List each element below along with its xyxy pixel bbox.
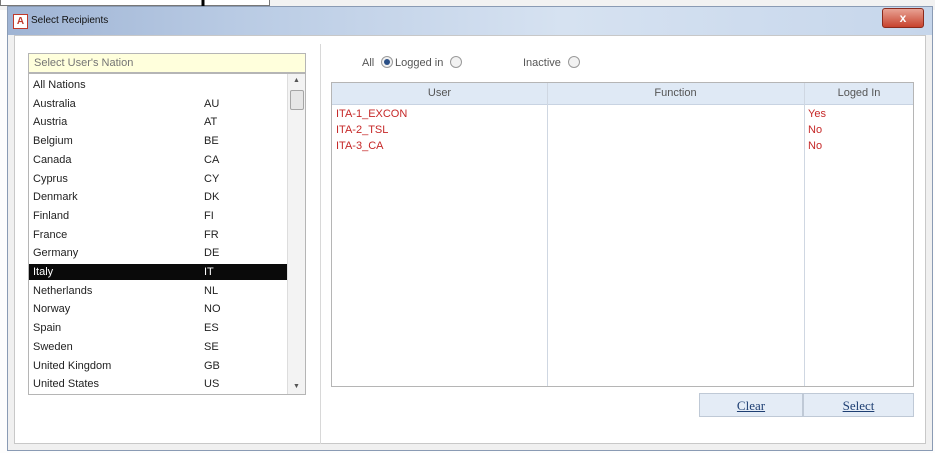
nation-code: IT (204, 266, 214, 278)
column-header-user[interactable]: User (332, 83, 547, 104)
nation-name: Canada (33, 153, 72, 166)
select-recipients-dialog: A Select Recipients x All Nations Austral… (7, 6, 933, 451)
logged-in-cell: No (808, 140, 823, 152)
nation-list-item[interactable]: All Nations (29, 77, 287, 93)
nation-name: France (33, 228, 68, 241)
scroll-up-icon[interactable]: ▲ (288, 74, 305, 88)
filter-logged-in[interactable]: Logged in (395, 56, 463, 70)
dialog-title: Select Recipients (31, 15, 109, 26)
nation-name: Austria (33, 116, 68, 129)
users-table-header: User Function Loged In (332, 83, 913, 105)
filter-inactive-label: Inactive (523, 57, 561, 69)
nation-code: CA (204, 153, 220, 166)
nation-code: DE (204, 247, 220, 260)
clear-button[interactable]: Clear (699, 393, 803, 417)
nation-list-item[interactable]: United Kingdom GB (29, 358, 287, 374)
nation-list-item[interactable]: Finland FI (29, 208, 287, 224)
nation-name: Australia (33, 97, 76, 110)
nation-list-item[interactable]: Canada CA (29, 152, 287, 168)
pane-divider (320, 44, 321, 444)
nation-list-scrollbar[interactable]: ▲ ▼ (287, 74, 305, 394)
users-table: User Function Loged In ITA-1_EXCON Yes ITA… (331, 82, 914, 387)
table-row[interactable]: ITA-2_TSL No (332, 123, 913, 138)
nation-code: ES (204, 322, 219, 335)
nation-list-item[interactable]: Austria AT (29, 114, 287, 130)
nation-search-input[interactable] (29, 54, 305, 72)
table-row[interactable]: ITA-1_EXCON Yes (332, 107, 913, 122)
user-name-cell: ITA-3_CA (336, 140, 384, 152)
dialog-content: All Nations Australia AU Austria AT Belgium BE… (14, 35, 926, 444)
nation-search-field[interactable] (28, 53, 306, 73)
nation-code: AU (204, 97, 220, 110)
nation-name: Italy (33, 266, 54, 278)
logged-in-cell: Yes (808, 108, 826, 120)
filter-all-radio[interactable] (381, 56, 394, 69)
nation-code: NO (204, 303, 221, 316)
app-logo-icon: A (13, 14, 28, 29)
filter-logged-in-radio[interactable] (450, 56, 463, 69)
nation-name: Sweden (33, 340, 73, 353)
nation-code: CY (204, 172, 220, 185)
nation-code: NL (204, 284, 219, 297)
filter-all[interactable]: All (362, 56, 394, 70)
nation-code: FR (204, 228, 219, 241)
nation-name: Denmark (33, 191, 78, 204)
nation-name: Netherlands (33, 284, 93, 297)
nation-list-item[interactable]: Denmark DK (29, 189, 287, 205)
nation-name: Cyprus (33, 172, 68, 185)
table-row[interactable]: ITA-3_CA No (332, 139, 913, 154)
title-bar[interactable]: A Select Recipients x (8, 7, 932, 35)
nation-name: All Nations (33, 79, 86, 91)
filter-inactive-radio[interactable] (567, 56, 580, 69)
filter-logged-in-label: Logged in (395, 57, 444, 69)
nation-code: BE (204, 135, 219, 148)
nation-name: Spain (33, 322, 62, 335)
nation-list-item[interactable]: Spain ES (29, 320, 287, 336)
nation-list-item[interactable]: Sweden SE (29, 339, 287, 355)
nation-code: AT (204, 116, 218, 129)
nation-list-item[interactable]: France FR (29, 227, 287, 243)
nation-list-item[interactable]: Belgium BE (29, 133, 287, 149)
nation-name: Belgium (33, 135, 73, 148)
logged-in-cell: No (808, 124, 823, 136)
close-button[interactable]: x (882, 8, 924, 28)
nation-name: United Kingdom (33, 359, 112, 372)
column-header-function[interactable]: Function (547, 83, 804, 104)
nation-list: All Nations Australia AU Austria AT Belgium BE… (28, 73, 306, 395)
nation-name: Finland (33, 209, 70, 222)
nation-list-item[interactable]: United States US (29, 376, 287, 392)
nation-code: US (204, 378, 220, 391)
filter-inactive[interactable]: Inactive (523, 56, 580, 70)
user-name-cell: ITA-2_TSL (336, 124, 389, 136)
nation-name: United States (33, 378, 100, 391)
nation-name: Norway (33, 303, 71, 316)
filter-all-label: All (362, 57, 375, 69)
nation-list-item[interactable]: Australia AU (29, 96, 287, 112)
nation-list-item[interactable]: Germany DE (29, 245, 287, 261)
nation-list-item[interactable]: Cyprus CY (29, 171, 287, 187)
column-header-logged-in[interactable]: Loged In (804, 83, 914, 104)
nation-code: GB (204, 359, 220, 372)
scroll-down-icon[interactable]: ▼ (288, 380, 305, 394)
nation-code: DK (204, 191, 220, 204)
nation-list-item[interactable]: Norway NO (29, 301, 287, 317)
nation-list-item[interactable]: Netherlands NL (29, 283, 287, 299)
user-name-cell: ITA-1_EXCON (336, 108, 408, 120)
nation-list-item[interactable]: Italy IT (29, 264, 287, 280)
scrollbar-thumb[interactable] (290, 90, 304, 110)
nation-name: Germany (33, 247, 79, 260)
nation-code: SE (204, 340, 219, 353)
select-button[interactable]: Select (803, 393, 914, 417)
nation-code: FI (204, 209, 214, 222)
